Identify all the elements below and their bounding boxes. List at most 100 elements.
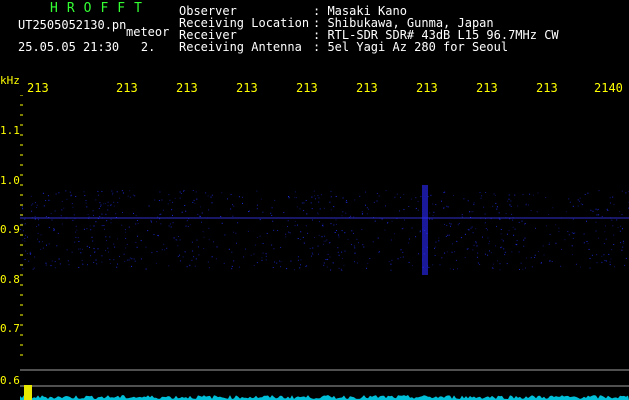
noise-dot <box>215 258 217 260</box>
noise-dot <box>472 232 474 234</box>
noise-dot <box>411 227 413 229</box>
noise-dot <box>572 205 574 207</box>
noise-dot <box>560 265 562 267</box>
noise-dot <box>485 228 487 229</box>
noise-dot <box>621 249 623 251</box>
noise-dot <box>145 268 147 270</box>
noise-dot <box>511 213 513 215</box>
noise-dot <box>485 192 487 193</box>
noise-dot <box>117 202 119 203</box>
noise-dot <box>489 240 490 242</box>
noise-dot <box>530 210 532 212</box>
noise-dot <box>601 255 603 257</box>
noise-dot <box>124 229 126 231</box>
noise-dot <box>186 220 188 222</box>
noise-dot <box>74 241 76 243</box>
noise-dot <box>446 205 448 207</box>
noise-dot <box>75 231 77 233</box>
noise-dot <box>53 228 55 230</box>
noise-dot <box>351 244 352 246</box>
noise-dot <box>211 194 213 196</box>
noise-dot <box>201 221 202 223</box>
noise-dot <box>179 239 181 241</box>
noise-dot <box>189 224 191 226</box>
noise-dot <box>595 208 597 210</box>
noise-dot <box>435 241 437 243</box>
noise-dot <box>359 195 361 197</box>
noise-dot <box>94 251 96 253</box>
noise-dot <box>475 228 477 230</box>
noise-dot <box>415 207 417 209</box>
noise-dot <box>338 267 340 269</box>
noise-dot <box>330 196 332 198</box>
noise-dot <box>340 268 342 270</box>
noise-dot <box>256 262 258 264</box>
noise-dot <box>322 243 324 245</box>
noise-dot <box>376 200 378 202</box>
noise-dot <box>227 198 228 200</box>
noise-dot <box>150 220 152 222</box>
noise-dot <box>387 222 388 224</box>
noise-dot <box>445 236 447 237</box>
noise-dot <box>115 213 117 215</box>
noise-dot <box>91 236 93 238</box>
noise-dot <box>169 223 171 225</box>
noise-dot <box>605 238 607 240</box>
noise-dot <box>596 214 598 216</box>
noise-dot <box>546 225 548 227</box>
noise-dot <box>92 240 94 242</box>
noise-dot <box>471 226 473 228</box>
noise-dot <box>460 237 462 239</box>
noise-dot <box>71 203 73 205</box>
noise-dot <box>127 195 129 197</box>
noise-dot <box>535 227 536 229</box>
mode-label: meteor <box>126 25 170 39</box>
noise-dot <box>317 245 319 247</box>
noise-dot <box>372 241 374 243</box>
noise-dot <box>561 248 563 250</box>
noise-dot <box>179 254 180 256</box>
noise-dot <box>105 213 107 215</box>
noise-dot <box>555 224 557 226</box>
noise-dot <box>605 260 607 262</box>
noise-dot <box>170 226 172 228</box>
noise-dot <box>66 249 68 251</box>
noise-dot <box>280 266 282 268</box>
noise-dot <box>186 266 188 268</box>
noise-dot <box>78 248 79 250</box>
noise-dot <box>82 263 84 265</box>
noise-dot <box>25 250 27 252</box>
noise-dot <box>168 194 170 196</box>
noise-dot <box>418 253 420 255</box>
noise-dot <box>24 218 26 220</box>
noise-dot <box>318 201 320 203</box>
noise-dot <box>200 216 201 217</box>
noise-dot <box>134 260 136 262</box>
noise-dot <box>428 266 430 268</box>
noise-dot <box>329 201 331 203</box>
noise-dot <box>435 246 437 248</box>
noise-dot <box>433 211 435 213</box>
noise-dot <box>623 242 625 244</box>
noise-dot <box>529 193 531 195</box>
noise-dot <box>417 200 419 202</box>
noise-dot <box>606 208 608 210</box>
frequency-tick: 0.7 <box>0 322 20 335</box>
noise-dot <box>89 246 90 248</box>
noise-dot <box>277 230 279 231</box>
noise-dot <box>443 192 445 194</box>
noise-dot <box>399 210 400 212</box>
noise-dot <box>283 212 285 213</box>
noise-dot <box>159 191 161 193</box>
noise-dot <box>36 207 38 208</box>
noise-dot <box>400 249 402 251</box>
noise-dot <box>43 205 45 207</box>
noise-dot <box>309 248 311 249</box>
noise-dot <box>261 259 263 261</box>
noise-dot <box>470 227 472 229</box>
noise-dot <box>37 232 39 234</box>
noise-dot <box>25 234 27 236</box>
noise-dot <box>510 205 512 207</box>
noise-dot <box>578 200 580 202</box>
noise-dot <box>596 262 598 264</box>
